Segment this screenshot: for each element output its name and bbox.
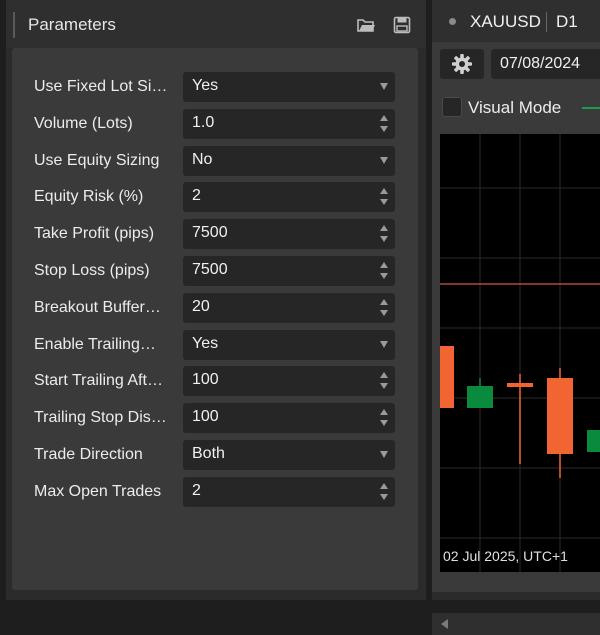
chart-scrollbar[interactable] [432, 613, 600, 635]
param-row-take-profit: Take Profit (pips) 7500 [12, 219, 418, 249]
param-label: Take Profit (pips) [34, 225, 155, 242]
param-label: Enable Trailing… [34, 336, 156, 353]
scroll-left-icon[interactable] [441, 619, 448, 629]
param-dropdown[interactable]: Both [183, 440, 395, 470]
param-row-use-equity-sizing: Use Equity Sizing No [12, 146, 418, 176]
param-value: 100 [192, 408, 219, 425]
spin-up-icon[interactable] [380, 483, 388, 489]
spin-up-icon[interactable] [380, 188, 388, 194]
param-label: Start Trailing Aft… [34, 372, 163, 389]
param-spinner[interactable]: 2 [183, 477, 395, 507]
param-value: Yes [192, 335, 219, 352]
param-label: Trade Direction [34, 446, 143, 463]
panel-grip[interactable] [13, 12, 15, 38]
candle-bear [547, 378, 573, 454]
param-dropdown[interactable]: No [183, 146, 395, 176]
param-dropdown[interactable]: Yes [183, 330, 395, 360]
param-row-breakout-buffer: Breakout Buffer… 20 [12, 293, 418, 323]
param-value: 20 [192, 298, 210, 315]
start-date-input[interactable]: 07/08/2024 [491, 49, 600, 79]
param-dropdown[interactable]: Yes [183, 72, 395, 102]
param-label: Use Fixed Lot Si… [34, 78, 168, 95]
spin-down-icon[interactable] [380, 236, 388, 242]
chevron-down-icon [380, 157, 388, 164]
spin-down-icon[interactable] [380, 199, 388, 205]
backtest-settings: 07/08/2024 Visual Mode 02 Jul 2025, UTC+… [432, 42, 600, 635]
param-row-stop-loss: Stop Loss (pips) 7500 [12, 256, 418, 286]
spin-up-icon[interactable] [380, 299, 388, 305]
param-row-use-fixed-lot-size: Use Fixed Lot Si… Yes [12, 72, 418, 102]
param-label: Stop Loss (pips) [34, 262, 150, 279]
visual-mode-indicator [582, 107, 600, 109]
parameters-panel: Parameters Use Fixed Lot Si… Yes Volume … [6, 0, 426, 600]
param-value: Both [192, 445, 225, 462]
param-label: Use Equity Sizing [34, 152, 160, 169]
settings-button[interactable] [440, 49, 484, 79]
status-dot-icon [449, 18, 456, 25]
panel-title: Parameters [28, 15, 116, 34]
param-row-start-trailing-after: Start Trailing Aft… 100 [12, 366, 418, 396]
param-label: Trailing Stop Dis… [34, 409, 167, 426]
spin-down-icon[interactable] [380, 126, 388, 132]
spin-up-icon[interactable] [380, 409, 388, 415]
spin-down-icon[interactable] [380, 383, 388, 389]
param-value: 2 [192, 187, 201, 204]
param-spinner[interactable]: 100 [183, 403, 395, 433]
price-chart[interactable]: 02 Jul 2025, UTC+1 [440, 134, 600, 572]
parameters-list: Use Fixed Lot Si… Yes Volume (Lots) 1.0 … [12, 48, 418, 590]
spin-down-icon[interactable] [380, 420, 388, 426]
param-label: Equity Risk (%) [34, 188, 144, 205]
chevron-down-icon [380, 83, 388, 90]
tab-separator [546, 12, 547, 32]
chevron-down-icon [380, 451, 388, 458]
spin-down-icon[interactable] [380, 273, 388, 279]
param-spinner[interactable]: 2 [183, 182, 395, 212]
timeframe-label: D1 [556, 12, 578, 31]
param-row-trailing-stop-distance: Trailing Stop Dis… 100 [12, 403, 418, 433]
save-icon[interactable] [393, 16, 413, 34]
spin-down-icon[interactable] [380, 494, 388, 500]
symbol-label: XAUUSD [470, 12, 541, 31]
chart-panel: XAUUSD D1 07/08/2024 Visual Mode 02 Jul … [432, 0, 600, 635]
spin-up-icon[interactable] [380, 225, 388, 231]
candle-bull [467, 386, 493, 408]
chart-tab[interactable]: XAUUSD D1 [432, 0, 600, 42]
param-value: No [192, 151, 213, 168]
spin-up-icon[interactable] [380, 115, 388, 121]
candle-bear [440, 346, 454, 408]
param-row-equity-risk: Equity Risk (%) 2 [12, 182, 418, 212]
chevron-down-icon [380, 341, 388, 348]
param-value: Yes [192, 77, 219, 94]
chart-grid [440, 134, 600, 572]
gear-icon [452, 54, 472, 74]
start-date-value: 07/08/2024 [500, 55, 581, 72]
param-row-trade-direction: Trade Direction Both [12, 440, 418, 470]
param-row-volume-lots: Volume (Lots) 1.0 [12, 109, 418, 139]
spin-down-icon[interactable] [380, 310, 388, 316]
param-value: 7500 [192, 224, 228, 241]
param-row-max-open-trades: Max Open Trades 2 [12, 477, 418, 507]
spin-up-icon[interactable] [380, 372, 388, 378]
visual-mode-checkbox[interactable] [442, 97, 462, 117]
param-value: 1.0 [192, 114, 215, 131]
visual-mode-label: Visual Mode [468, 98, 562, 117]
candle-bear [507, 383, 533, 387]
chart-date-label: 02 Jul 2025, UTC+1 [443, 548, 568, 564]
spin-up-icon[interactable] [380, 262, 388, 268]
parameters-header: Parameters [6, 0, 426, 48]
param-value: 100 [192, 371, 219, 388]
param-row-enable-trailing: Enable Trailing… Yes [12, 330, 418, 360]
param-spinner[interactable]: 1.0 [183, 109, 395, 139]
param-spinner[interactable]: 7500 [183, 256, 395, 286]
param-value: 7500 [192, 261, 228, 278]
param-spinner[interactable]: 7500 [183, 219, 395, 249]
param-label: Max Open Trades [34, 483, 162, 500]
candle-bull [587, 430, 600, 452]
param-value: 2 [192, 482, 201, 499]
param-label: Breakout Buffer… [34, 299, 161, 316]
param-label: Volume (Lots) [34, 115, 133, 132]
param-spinner[interactable]: 20 [183, 293, 395, 323]
open-folder-icon[interactable] [356, 16, 376, 34]
param-spinner[interactable]: 100 [183, 366, 395, 396]
